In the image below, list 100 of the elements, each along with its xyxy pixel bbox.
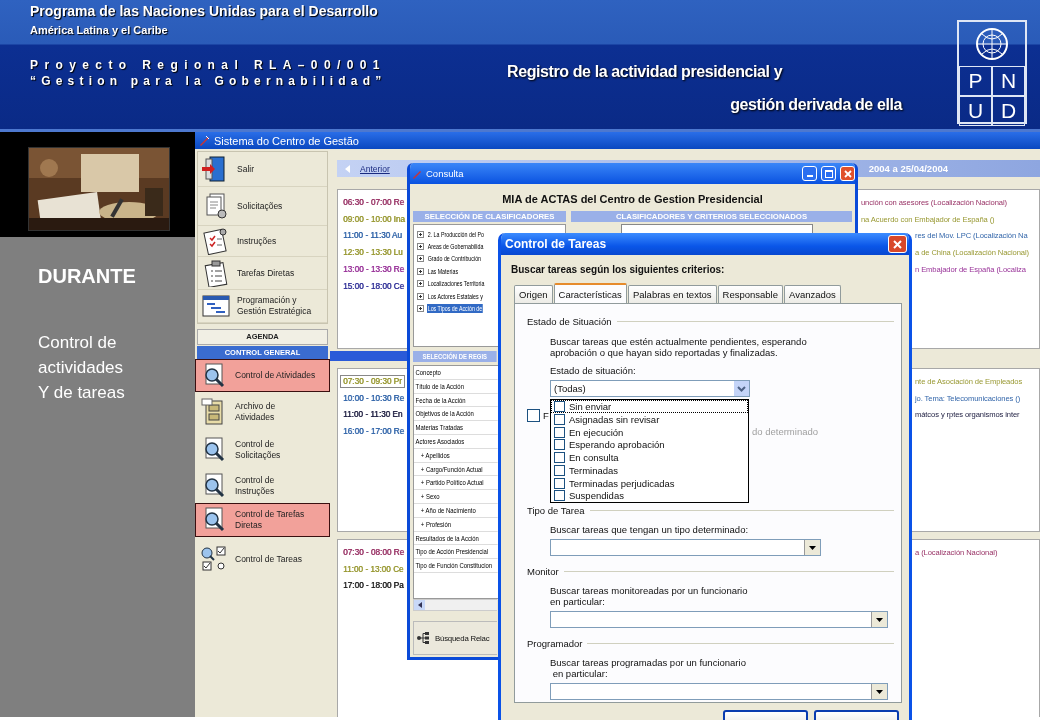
dialog-prompt: Buscar tareas según los siguientes criterios: [511, 264, 726, 275]
close-button[interactable] [840, 166, 855, 181]
dropdown-option[interactable]: En ejecución [551, 425, 748, 439]
event-entry[interactable]: 15:00 - 18:00 Ce [340, 279, 407, 293]
nav-item[interactable]: Archivo de Atividades [195, 392, 330, 432]
expand-icon[interactable] [417, 230, 424, 238]
checkbox[interactable] [554, 413, 565, 425]
expand-icon[interactable] [417, 280, 424, 288]
logo-letter: N [992, 66, 1025, 96]
maximize-button[interactable] [821, 166, 836, 181]
tab[interactable]: Palabras en textos [627, 285, 717, 303]
nav-item[interactable]: Control de Instruções [195, 468, 330, 503]
checkbox[interactable] [527, 409, 540, 422]
project-name: “Gestion para la Gobernabilidad” [30, 74, 388, 88]
nav-item[interactable]: Control de Tarefas Diretas [195, 503, 330, 537]
dropdown-option[interactable]: Esperando aprobación [551, 438, 748, 452]
dropdown-field[interactable] [550, 539, 821, 556]
section-heading: DURANTE [38, 265, 137, 288]
nav-item[interactable]: Control de Solicitações [195, 432, 330, 468]
group-label: Monitor [527, 566, 559, 577]
project-code: Proyecto Regional RLA–00/001 [30, 58, 387, 72]
caret-down-icon [809, 545, 816, 550]
field-label: Estado de situación: [550, 365, 637, 376]
caret-down-icon [876, 617, 883, 622]
dropdown-option[interactable]: Terminadas perjudicadas [551, 476, 748, 490]
logo-letter: P [959, 66, 992, 96]
slide-title: gestión derivada de ella [730, 96, 902, 114]
logo-letter: U [959, 96, 992, 126]
chevron-down-icon [737, 385, 746, 392]
disabled-text: do determinado [752, 426, 820, 437]
event-entry[interactable]: 16:00 - 17:00 Re [340, 425, 407, 439]
gantt-chart-icon [202, 292, 230, 320]
dropdown-option[interactable]: Suspendidas [551, 489, 748, 503]
checkbox[interactable] [554, 452, 565, 464]
minimize-button[interactable] [802, 166, 817, 181]
status-dropdown[interactable]: (Todas) [550, 380, 750, 397]
event-entry[interactable]: 11:00 - 11:30 En [340, 408, 406, 422]
event-entry[interactable]: 07:30 - 09:30 Pr [340, 374, 405, 388]
dropdown-option[interactable]: Terminadas [551, 464, 748, 477]
event-entry[interactable]: 11:00 - 13:00 Ce [340, 562, 407, 576]
tab[interactable]: Avanzados [784, 285, 841, 303]
tab[interactable]: Características [553, 283, 627, 304]
expand-icon[interactable] [417, 255, 424, 263]
window-title: Consulta [426, 168, 464, 179]
checkbox[interactable] [554, 477, 565, 489]
date-range: 2004 a 25/04/2004 [868, 163, 949, 174]
scroll-left-button[interactable] [414, 600, 425, 610]
expand-icon[interactable] [417, 305, 424, 313]
event-entry[interactable]: 09:00 - 10:00 Ina [340, 212, 408, 226]
event-entry[interactable]: 17:00 - 18:00 Pa [340, 579, 407, 593]
caret-down-icon [876, 689, 883, 694]
event-entry[interactable]: 06:30 - 07:00 Re [340, 195, 407, 209]
checkbox[interactable] [554, 490, 565, 502]
dropdown-button[interactable] [804, 540, 820, 555]
nav-item[interactable]: Instruções [198, 226, 327, 257]
dropdown-option[interactable]: Asignadas sin revisar [551, 412, 748, 426]
checkbox[interactable] [554, 426, 565, 438]
nav-item[interactable]: Salir [198, 152, 327, 187]
event-entry[interactable]: 07:30 - 08:00 Re [340, 545, 407, 559]
group-description: Buscar tareas que estén actualmente pendientes, esperando aprobación o que hayan sido reportadas y finalizadas. [550, 336, 808, 358]
checkbox[interactable] [554, 464, 565, 476]
group-label: Programador [527, 638, 583, 649]
dropdown-field[interactable] [550, 611, 888, 628]
group-description: Buscar tareas monitoreadas por un funcionario en particular: [550, 585, 749, 607]
dialog-heading: MIA de ACTAS del Centro de Gestion Presidencial [501, 193, 764, 205]
close-button[interactable] [888, 235, 907, 253]
window-title: Sistema do Centro de Gestão [214, 134, 359, 147]
nav-item[interactable]: Programación y Gestión Estratégica [198, 290, 327, 323]
dropdown-option[interactable]: Sin enviar [551, 400, 748, 413]
tab[interactable]: Origen [514, 285, 553, 303]
slide-title: Registro de la actividad presidencial y [507, 63, 783, 81]
dropdown-option[interactable]: En consulta [551, 451, 748, 464]
feather-icon [199, 135, 210, 146]
dropdown-field[interactable] [550, 683, 888, 700]
group-label: Estado de Situación [527, 316, 612, 327]
expand-icon[interactable] [417, 267, 424, 275]
nav-item[interactable]: Solicitações [198, 187, 327, 226]
close-icon [843, 169, 852, 178]
event-entry[interactable]: 12:30 - 13:30 Lu [340, 246, 406, 260]
expand-icon[interactable] [417, 243, 424, 251]
nav-item[interactable]: Tarefas Diretas [198, 257, 327, 290]
group-label: Tipo de Tarea [527, 505, 585, 516]
checkbox-magnifier-icon [200, 545, 228, 573]
event-entry[interactable]: 13:00 - 13:30 Re [340, 263, 407, 277]
previous-button[interactable]: Anterior [337, 160, 398, 177]
event-entry[interactable]: 10:00 - 10:30 Re [340, 391, 407, 405]
checkbox[interactable] [554, 439, 565, 451]
event-entry[interactable]: 11:00 - 11:30 Au [340, 229, 405, 243]
expand-icon[interactable] [417, 292, 424, 300]
caret-left-icon [345, 164, 350, 173]
group-description: Buscar tareas programadas por un funcionario en particular: [550, 657, 747, 679]
close-icon [893, 239, 902, 249]
nav-item[interactable]: Control de Tareas [195, 537, 330, 581]
dropdown-button[interactable] [871, 684, 887, 699]
checkbox[interactable] [554, 400, 565, 412]
caret-left-icon [417, 602, 422, 608]
dropdown-button[interactable] [871, 612, 887, 627]
tab[interactable]: Responsable [717, 285, 784, 303]
nav-item[interactable]: Control de Atividades [195, 359, 330, 392]
window-title: Control de Tareas [505, 237, 607, 251]
